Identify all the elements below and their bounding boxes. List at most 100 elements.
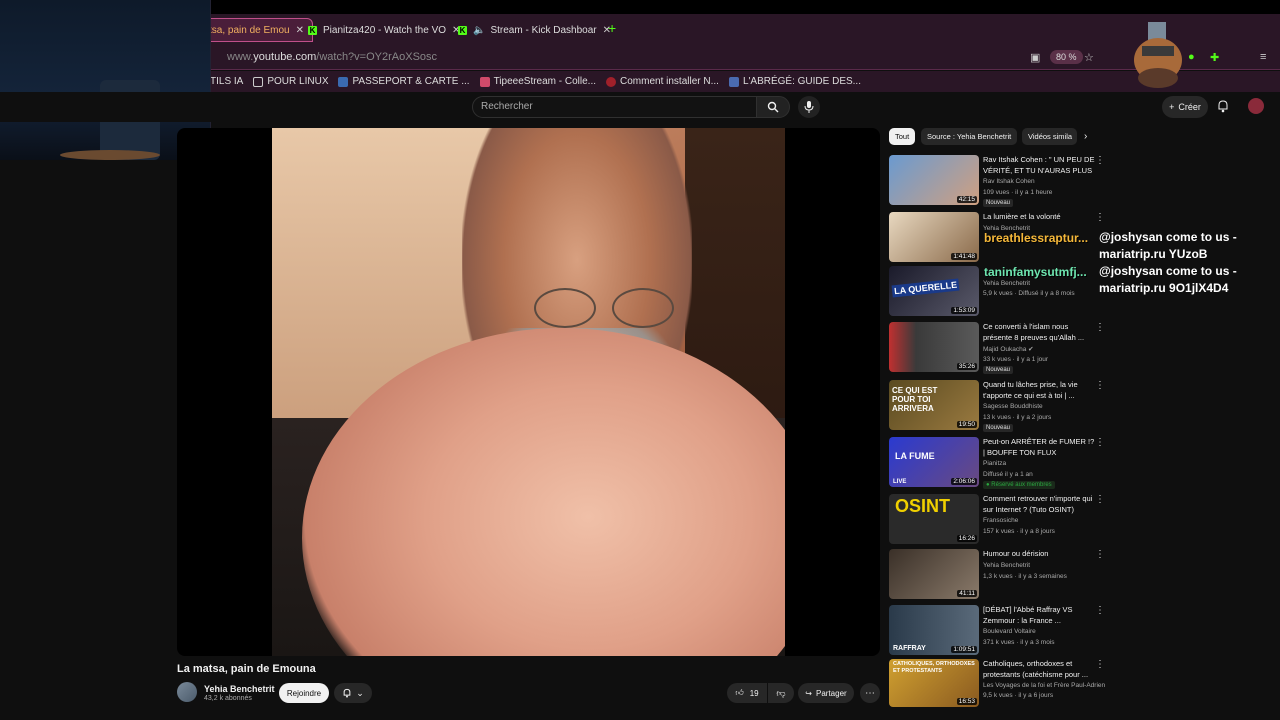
extension-icon[interactable]: ●: [1188, 51, 1195, 63]
video-thumbnail[interactable]: 42:15: [889, 155, 979, 205]
rec-channel[interactable]: Fransosiche: [983, 517, 1018, 524]
rec-channel-name: Majid Oukacha: [983, 346, 1027, 353]
recommendation-item[interactable]: RAFFRAY 1:09:51 [DÉBAT] l'Abbé Raffray V…: [889, 605, 1105, 657]
bookmark-item[interactable]: Comment installer N...: [606, 76, 719, 87]
address-bar[interactable]: www.youtube.com/watch?v=OY2rAoXSosc ▣ 80…: [210, 44, 1280, 70]
join-button[interactable]: Rejoindre: [279, 683, 329, 703]
rec-channel[interactable]: Sagesse Bouddhiste: [983, 403, 1043, 410]
more-vert-icon[interactable]: ⋮: [1095, 322, 1105, 333]
video-thumbnail[interactable]: CATHOLIQUES, ORTHODOXES ET PROTESTANTS 1…: [889, 659, 979, 707]
dislike-button[interactable]: 👎︎: [768, 683, 794, 703]
user-avatar[interactable]: [1248, 98, 1264, 114]
video-thumbnail[interactable]: OSINT 16:26: [889, 494, 979, 544]
thumbnail-text: CE QUI EST POUR TOI ARRIVERA: [892, 386, 938, 413]
more-vert-icon[interactable]: ⋮: [1095, 155, 1105, 166]
site-icon: [338, 76, 349, 87]
video-thumbnail[interactable]: CE QUI EST POUR TOI ARRIVERA 19:50: [889, 380, 979, 430]
verified-icon: ✔: [1028, 346, 1034, 353]
chip-similar[interactable]: Vidéos simila: [1022, 128, 1077, 145]
notifications-bell-icon[interactable]: [1216, 99, 1230, 113]
thumbs-down-icon: 👎︎: [776, 687, 786, 698]
more-vert-icon[interactable]: ⋮: [1095, 605, 1105, 616]
recommendation-item[interactable]: OSINT 16:26 Comment retrouver n'importe …: [889, 494, 1105, 546]
tab-pianitza[interactable]: K Pianitza420 - Watch the VO ✕: [300, 18, 468, 42]
video-thumbnail[interactable]: RAFFRAY 1:09:51: [889, 605, 979, 655]
recommendation-item[interactable]: CE QUI EST POUR TOI ARRIVERA 19:50 Quand…: [889, 380, 1105, 432]
recommendation-item[interactable]: CATHOLIQUES, ORTHODOXES ET PROTESTANTS 1…: [889, 659, 1105, 711]
recommendation-item[interactable]: 35:26 Ce converti à l'islam nous présent…: [889, 322, 1105, 374]
voice-search-button[interactable]: [798, 96, 820, 118]
more-vert-icon[interactable]: ⋮: [1095, 494, 1105, 505]
site-icon: [728, 76, 739, 87]
rec-title[interactable]: Rav Itshak Cohen : " UN PEU DE VÉRITÉ, E…: [983, 155, 1095, 176]
new-tab-button[interactable]: +: [608, 20, 616, 36]
rec-title[interactable]: [DÉBAT] l'Abbé Raffray VS Zemmour : la F…: [983, 605, 1095, 626]
chevron-right-icon[interactable]: ›: [1084, 131, 1087, 142]
chip-source[interactable]: Source : Yehia Benchetrit: [921, 128, 1018, 145]
tab-youtube[interactable]: tsa, pain de Emou ✕: [200, 18, 313, 42]
search-input[interactable]: Rechercher: [472, 96, 758, 118]
chip-all[interactable]: Tout: [889, 128, 916, 145]
bookmark-star-icon[interactable]: ☆: [1084, 51, 1094, 64]
subscription-bell-button[interactable]: ⌄: [334, 683, 372, 703]
channel-avatar[interactable]: [177, 682, 197, 702]
more-vert-icon[interactable]: ⋮: [1095, 549, 1105, 560]
rec-channel[interactable]: Boulevard Voltaire: [983, 628, 1036, 635]
channel-name[interactable]: Yehia Benchetrit: [204, 684, 275, 694]
puzzle-icon[interactable]: ✚: [1210, 51, 1219, 64]
video-thumbnail[interactable]: 1:41:48: [889, 212, 979, 262]
rec-channel[interactable]: Rav Itshak Cohen: [983, 178, 1035, 185]
recommendation-item[interactable]: LA FUME LIVE 2:06:06 Peut-on ARRÊTER de …: [889, 437, 1105, 489]
video-thumbnail[interactable]: 35:26: [889, 322, 979, 372]
microphone-icon: [804, 101, 814, 113]
more-actions-button[interactable]: ⋯: [860, 683, 880, 703]
rec-channel[interactable]: Pianitza: [983, 460, 1006, 467]
bookmark-item[interactable]: PASSEPORT & CARTE ...: [338, 76, 470, 87]
bookmark-item[interactable]: TILS IA: [210, 76, 243, 87]
speaker-icon[interactable]: 🔈: [473, 25, 485, 36]
url-text[interactable]: www.youtube.com/watch?v=OY2rAoXSosc: [227, 51, 437, 63]
video-title: La matsa, pain de Emouna: [177, 663, 316, 675]
picture-in-picture-icon[interactable]: ▣: [1030, 51, 1040, 64]
share-icon: ↪: [805, 688, 812, 698]
video-thumbnail[interactable]: 41:11: [889, 549, 979, 599]
rec-channel[interactable]: Les Voyages de la foi et Frère Paul-Adri…: [983, 682, 1105, 689]
more-vert-icon[interactable]: ⋮: [1095, 659, 1105, 670]
search-button[interactable]: [756, 96, 790, 118]
menu-icon[interactable]: ≡: [1260, 51, 1266, 63]
rec-channel[interactable]: Yehia Benchetrit: [983, 562, 1030, 569]
tab-kick-dashboard[interactable]: K 🔈 Stream - Kick Dashboar ✕: [450, 18, 619, 42]
more-vert-icon[interactable]: ⋮: [1095, 437, 1105, 448]
rec-title[interactable]: Peut-on ARRÊTER de FUMER !? | BOUFFE TON…: [983, 437, 1095, 458]
create-button[interactable]: + Créer: [1162, 96, 1208, 118]
create-label: Créer: [1178, 102, 1201, 112]
more-vert-icon[interactable]: ⋮: [1095, 212, 1105, 223]
bookmark-label: TipeeeStream - Colle...: [493, 76, 597, 87]
rec-title[interactable]: Quand tu lâches prise, la vie t'apporte …: [983, 380, 1095, 401]
chat-message: @joshysan come to us - mariatrip.ru 9O1j…: [1099, 263, 1237, 297]
rec-title[interactable]: Humour ou dérision: [983, 549, 1095, 560]
bookmark-item[interactable]: TipeeeStream - Colle...: [479, 76, 597, 87]
video-duration: 16:53: [956, 698, 977, 705]
recommendation-item[interactable]: 42:15 Rav Itshak Cohen : " UN PEU DE VÉR…: [889, 155, 1105, 207]
rec-title[interactable]: Catholiques, orthodoxes et protestants (…: [983, 659, 1095, 680]
rec-title[interactable]: Comment retrouver n'importe qui sur Inte…: [983, 494, 1095, 515]
recommendation-item[interactable]: 41:11 Humour ou dérision Yehia Benchetri…: [889, 549, 1105, 601]
bookmark-item[interactable]: L'ABRÉGÉ: GUIDE DES...: [728, 76, 861, 87]
video-thumbnail[interactable]: LA QUERELLE 1:53:09: [889, 266, 979, 316]
tab-label: tsa, pain de Emou: [209, 24, 290, 36]
tab-label: Pianitza420 - Watch the VO: [323, 24, 447, 36]
share-button[interactable]: ↪ Partager: [798, 683, 854, 703]
more-vert-icon[interactable]: ⋮: [1095, 380, 1105, 391]
like-button[interactable]: 👍︎ 19: [727, 683, 767, 703]
bookmark-item[interactable]: POUR LINUX: [253, 76, 328, 87]
rec-channel[interactable]: Yehia Benchetrit: [983, 280, 1030, 287]
rec-title[interactable]: Ce converti à l'islam nous présente 8 pr…: [983, 322, 1095, 343]
tipeee-icon: [479, 76, 490, 87]
video-player[interactable]: [177, 128, 880, 656]
zoom-level[interactable]: 80 %: [1050, 50, 1083, 64]
rec-title[interactable]: La lumière et la volonté: [983, 212, 1095, 223]
kick-icon: K: [458, 25, 467, 35]
rec-channel[interactable]: Majid Oukacha ✔: [983, 345, 1034, 353]
video-thumbnail[interactable]: LA FUME LIVE 2:06:06: [889, 437, 979, 487]
